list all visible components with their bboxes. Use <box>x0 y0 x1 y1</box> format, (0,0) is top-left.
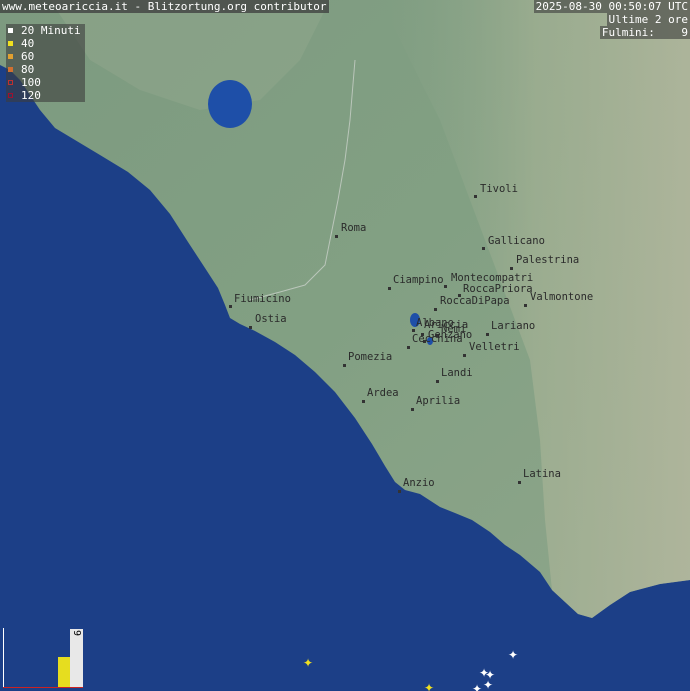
city-marker <box>518 481 521 484</box>
city-marker <box>398 490 401 493</box>
city-label-ardea: Ardea <box>367 387 399 399</box>
legend-swatch-80 <box>8 67 13 72</box>
city-marker <box>407 346 410 349</box>
time-window: Ultime 2 ore <box>606 13 690 26</box>
legend-swatch-40 <box>8 41 13 46</box>
city-label-aprilia: Aprilia <box>416 395 461 407</box>
strike-count-label: Fulmini: <box>601 26 655 39</box>
lightning-map: www.meteoariccia.it - Blitzortung.org co… <box>0 0 690 691</box>
legend-swatch-20 <box>8 28 13 33</box>
city-label-gallicano: Gallicano <box>488 235 545 247</box>
lightning-strike-icon: ✦ <box>483 678 494 691</box>
strike-counter: Fulmini: 9 <box>599 26 690 39</box>
city-marker <box>482 247 485 250</box>
city-label-ciampino: Ciampino <box>393 274 444 286</box>
city-marker <box>412 329 415 332</box>
city-label-roccadipapa: RoccaDiPapa <box>440 295 510 307</box>
city-label-landi: Landi <box>441 367 473 379</box>
lightning-strike-icon: ✦ <box>424 681 435 691</box>
time-legend: 20 Minuti 40 60 80 100 120 <box>6 24 85 102</box>
lightning-strike-icon: ✦ <box>303 656 314 670</box>
city-label-ostia: Ostia <box>255 313 287 325</box>
legend-item: 40 <box>8 37 81 50</box>
legend-swatch-120 <box>8 93 13 98</box>
city-label-latina: Latina <box>523 468 561 480</box>
legend-swatch-60 <box>8 54 13 59</box>
legend-item: 20 Minuti <box>8 24 81 37</box>
city-label-fiumicino: Fiumicino <box>234 293 291 305</box>
city-label-velletri: Velletri <box>469 341 520 353</box>
city-marker <box>444 285 447 288</box>
legend-item: 60 <box>8 50 81 63</box>
city-marker <box>524 304 527 307</box>
city-label-anzio: Anzio <box>403 477 435 489</box>
city-marker <box>463 354 466 357</box>
city-marker <box>249 326 252 329</box>
city-label-lariano: Lariano <box>491 320 536 332</box>
source-label: www.meteoariccia.it - Blitzortung.org co… <box>0 0 329 13</box>
city-label-roccapriora: RoccaPriora <box>463 283 533 295</box>
city-marker <box>388 287 391 290</box>
city-marker <box>486 333 489 336</box>
lightning-strike-icon: ✦ <box>508 648 519 662</box>
histogram-bar <box>58 657 70 687</box>
city-marker <box>510 267 513 270</box>
strike-histogram: 9 <box>3 628 83 688</box>
city-label-pomezia: Pomezia <box>348 351 393 363</box>
histogram-count: 9 <box>71 630 82 637</box>
city-marker <box>335 235 338 238</box>
lightning-strike-icon: ✦ <box>472 682 483 691</box>
city-label-valmontone: Valmontone <box>530 291 594 303</box>
city-label-cecchina: Cecchina <box>412 333 463 345</box>
city-marker <box>343 364 346 367</box>
strike-count-value: 9 <box>681 26 688 39</box>
lake-bracciano <box>208 80 252 128</box>
city-marker <box>362 400 365 403</box>
city-marker <box>436 380 439 383</box>
city-marker <box>434 308 437 311</box>
city-label-roma: Roma <box>341 222 367 234</box>
legend-item: 80 <box>8 63 81 76</box>
city-marker <box>474 195 477 198</box>
city-label-tivoli: Tivoli <box>480 183 518 195</box>
city-marker <box>229 305 232 308</box>
legend-item: 120 <box>8 89 81 102</box>
timestamp: 2025-08-30 00:50:07 UTC <box>533 0 690 13</box>
legend-swatch-100 <box>8 80 13 85</box>
city-label-palestrina: Palestrina <box>516 254 580 266</box>
city-marker <box>411 408 414 411</box>
legend-item: 100 <box>8 76 81 89</box>
map-canvas <box>0 0 690 691</box>
